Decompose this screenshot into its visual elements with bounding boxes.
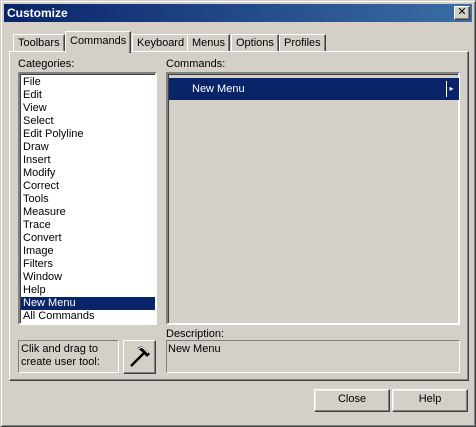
- close-icon: ✕: [457, 6, 467, 18]
- category-item-new-menu[interactable]: New Menu: [21, 297, 155, 310]
- category-item-modify[interactable]: Modify: [21, 167, 155, 180]
- description-label: Description:: [166, 328, 225, 340]
- category-item-measure[interactable]: Measure: [21, 206, 155, 219]
- close-window-button[interactable]: ✕: [454, 6, 470, 20]
- tab-menus[interactable]: Menus: [187, 34, 231, 52]
- tab-keyboard[interactable]: Keyboard: [132, 34, 190, 52]
- category-item-select[interactable]: Select: [21, 115, 155, 128]
- drag-hint-text: Clik and drag to create user tool:: [21, 343, 100, 368]
- tab-options[interactable]: Options: [231, 34, 279, 52]
- command-item-new-menu[interactable]: New Menu ▸: [169, 78, 459, 100]
- title-bar[interactable]: Customize ✕: [4, 4, 472, 22]
- category-item-correct[interactable]: Correct: [21, 180, 155, 193]
- category-item-view[interactable]: View: [21, 102, 155, 115]
- category-item-tools[interactable]: Tools: [21, 193, 155, 206]
- category-item-file[interactable]: File: [21, 76, 155, 89]
- tab-toolbars[interactable]: Toolbars: [13, 34, 65, 52]
- submenu-arrow-icon: ▸: [446, 81, 456, 97]
- category-item-convert[interactable]: Convert: [21, 232, 155, 245]
- category-item-insert[interactable]: Insert: [21, 154, 155, 167]
- help-button[interactable]: Help: [392, 389, 468, 412]
- commands-label: Commands:: [166, 58, 226, 70]
- customize-dialog: Customize ✕ Toolbars Commands Keyboard M…: [0, 0, 476, 427]
- category-item-edit-polyline[interactable]: Edit Polyline: [21, 128, 155, 141]
- tab-profiles[interactable]: Profiles: [279, 34, 326, 52]
- drag-hint-box: Clik and drag to create user tool:: [18, 340, 119, 373]
- category-item-image[interactable]: Image: [21, 245, 155, 258]
- category-item-help[interactable]: Help: [21, 284, 155, 297]
- categories-label: Categories:: [18, 58, 75, 70]
- description-text: New Menu: [168, 343, 221, 355]
- category-item-window[interactable]: Window: [21, 271, 155, 284]
- close-button[interactable]: Close: [314, 389, 390, 412]
- hammer-icon: [130, 346, 150, 367]
- category-item-filters[interactable]: Filters: [21, 258, 155, 271]
- tab-commands[interactable]: Commands: [65, 31, 132, 53]
- description-box: New Menu: [166, 340, 460, 373]
- category-item-all-commands[interactable]: All Commands: [21, 310, 155, 323]
- command-item-label: New Menu: [192, 83, 245, 95]
- category-item-edit[interactable]: Edit: [21, 89, 155, 102]
- commands-list[interactable]: New Menu ▸: [166, 72, 460, 325]
- category-item-draw[interactable]: Draw: [21, 141, 155, 154]
- user-tool-button[interactable]: [123, 340, 156, 374]
- window-title: Customize: [7, 6, 68, 20]
- categories-list[interactable]: File Edit View Select Edit Polyline Draw…: [18, 72, 157, 325]
- category-item-trace[interactable]: Trace: [21, 219, 155, 232]
